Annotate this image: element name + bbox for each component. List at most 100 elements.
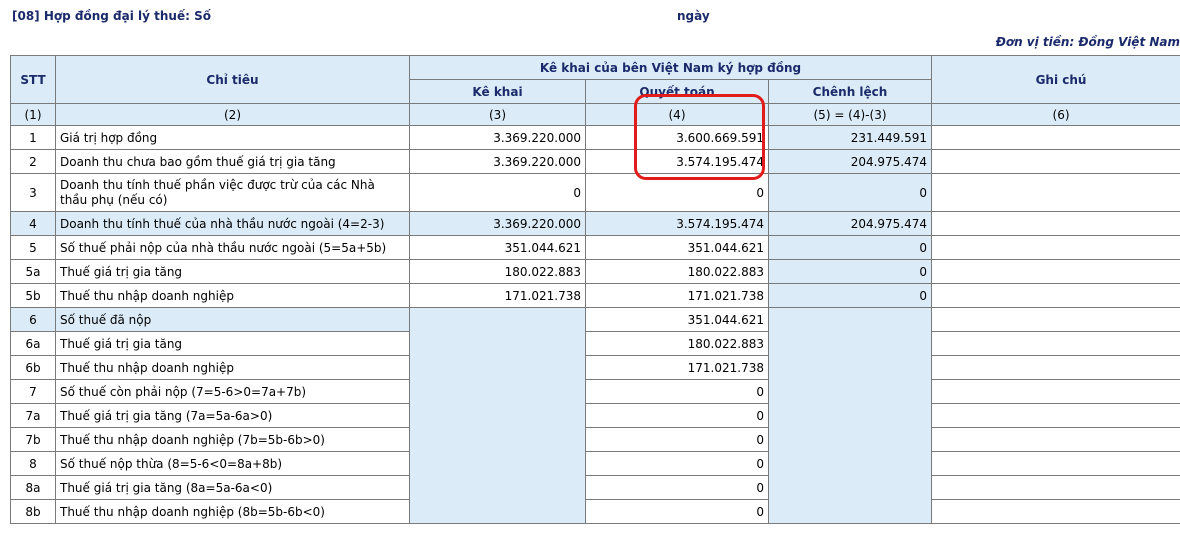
row-chenhlech-cell: 0 bbox=[767, 283, 933, 308]
col-header-ghichu: Ghi chú bbox=[931, 55, 1180, 104]
row-ghichu-cell bbox=[931, 149, 1180, 174]
index-row: (1) (2) (3) (4) (5) = (4)-(3) (6) bbox=[10, 103, 1180, 126]
row-quyettoan-cell: 0 bbox=[585, 379, 769, 404]
row-ghichu-cell bbox=[931, 283, 1180, 308]
row-stt-cell: 6a bbox=[10, 331, 56, 356]
row-ghichu-cell bbox=[931, 259, 1180, 284]
row-kekhai-cell: 3.369.220.000 bbox=[409, 211, 586, 236]
row-label-cell: Số thuế nộp thừa (8=5-6<0=8a+8b) bbox=[55, 451, 410, 476]
row-label-cell: Số thuế đã nộp bbox=[55, 307, 410, 332]
row-quyettoan-cell: 3.574.195.474 bbox=[585, 211, 769, 236]
row-ghichu-cell bbox=[931, 211, 1180, 236]
table-row: 8b Thuế thu nhập doanh nghiệp (8b=5b-6b<0… bbox=[10, 499, 1180, 524]
row-ghichu-cell bbox=[931, 235, 1180, 260]
row-stt-cell: 8a bbox=[10, 475, 56, 500]
row-kekhai-cell: 3.369.220.000 bbox=[409, 149, 586, 174]
row-label-cell: Số thuế còn phải nộp (7=5-6>0=7a+7b) bbox=[55, 379, 410, 404]
table-row: 1 Giá trị hợp đồng 3.369.220.000 3.600.669.… bbox=[10, 125, 1180, 150]
row-stt-cell: 8 bbox=[10, 451, 56, 476]
row-kekhai-cell: 351.044.621 bbox=[409, 235, 586, 260]
table-row: 4 Doanh thu tính thuế của nhà thầu nước n… bbox=[10, 211, 1180, 236]
row-ghichu-cell bbox=[931, 427, 1180, 452]
row-stt-cell: 4 bbox=[10, 211, 56, 236]
currency-unit-label: Đơn vị tiền: Đồng Việt Nam bbox=[995, 35, 1180, 49]
row-stt-cell: 5 bbox=[10, 235, 56, 260]
table-row: 5b Thuế thu nhập doanh nghiệp 171.021.738 1… bbox=[10, 283, 1180, 308]
row-quyettoan-cell: 3.600.669.591 bbox=[585, 125, 769, 150]
row-quyettoan-cell: 180.022.883 bbox=[585, 331, 769, 356]
row-chenhlech-cell: 204.975.474 bbox=[767, 149, 933, 174]
row-stt-cell: 7a bbox=[10, 403, 56, 428]
index-cell: (3) bbox=[409, 103, 586, 126]
row-kekhai-cell: 171.021.738 bbox=[409, 283, 586, 308]
tax-declaration-table: STT Chỉ tiêu Kê khai của bên Việt Nam ký… bbox=[10, 55, 1180, 524]
row-stt-cell: 5b bbox=[10, 283, 56, 308]
row-quyettoan-cell: 0 bbox=[585, 451, 769, 476]
row-label-cell: Doanh thu chưa bao gồm thuế giá trị gia … bbox=[55, 149, 410, 174]
table-row: 6a Thuế giá trị gia tăng 180.022.883 bbox=[10, 331, 1180, 356]
row-kekhai-cell: 180.022.883 bbox=[409, 259, 586, 284]
row-quyettoan-cell: 351.044.621 bbox=[585, 307, 769, 332]
row-chenhlech-cell: 0 bbox=[767, 259, 933, 284]
row-chenhlech-cell: 0 bbox=[767, 173, 933, 212]
row-chenhlech-cell: 231.449.591 bbox=[767, 125, 933, 150]
row-quyettoan-cell: 180.022.883 bbox=[585, 259, 769, 284]
table-row: 8a Thuế giá trị gia tăng (8a=5a-6a<0) 0 bbox=[10, 475, 1180, 500]
table-row: 3 Doanh thu tính thuế phần việc được trừ … bbox=[10, 173, 1180, 212]
row-stt-cell: 8b bbox=[10, 499, 56, 524]
col-header-stt: STT bbox=[10, 55, 56, 104]
contract-date-label: ngày bbox=[677, 9, 710, 23]
table-row: 6b Thuế thu nhập doanh nghiệp 171.021.738 bbox=[10, 355, 1180, 380]
row-stt-cell: 6b bbox=[10, 355, 56, 380]
row-ghichu-cell bbox=[931, 475, 1180, 500]
col-header-chitieu: Chỉ tiêu bbox=[55, 55, 410, 104]
table-row: 7a Thuế giá trị gia tăng (7a=5a-6a>0) 0 bbox=[10, 403, 1180, 428]
row-ghichu-cell bbox=[931, 173, 1180, 212]
row-kekhai-merged-cell bbox=[409, 307, 586, 524]
row-stt-cell: 7 bbox=[10, 379, 56, 404]
row-label-cell: Doanh thu tính thuế của nhà thầu nước ng… bbox=[55, 211, 410, 236]
row-quyettoan-cell: 171.021.738 bbox=[585, 283, 769, 308]
row-ghichu-cell bbox=[931, 307, 1180, 332]
row-quyettoan-cell: 0 bbox=[585, 427, 769, 452]
row-label-cell: Doanh thu tính thuế phần việc được trừ c… bbox=[55, 173, 410, 212]
row-quyettoan-cell: 3.574.195.474 bbox=[585, 149, 769, 174]
contract-number-label: [08] Hợp đồng đại lý thuế: Số bbox=[12, 9, 211, 23]
row-quyettoan-cell: 0 bbox=[585, 475, 769, 500]
index-cell: (4) bbox=[585, 103, 769, 126]
table-row: 5a Thuế giá trị gia tăng 180.022.883 180.02… bbox=[10, 259, 1180, 284]
index-cell: (5) = (4)-(3) bbox=[767, 103, 933, 126]
row-label-cell: Thuế thu nhập doanh nghiệp bbox=[55, 283, 410, 308]
table-row: 5 Số thuế phải nộp của nhà thầu nước ngoà… bbox=[10, 235, 1180, 260]
row-ghichu-cell bbox=[931, 331, 1180, 356]
table-row: 2 Doanh thu chưa bao gồm thuế giá trị gia… bbox=[10, 149, 1180, 174]
row-stt-cell: 2 bbox=[10, 149, 56, 174]
row-label-cell: Giá trị hợp đồng bbox=[55, 125, 410, 150]
col-header-quyettoan: Quyết toán bbox=[585, 79, 769, 104]
row-quyettoan-cell: 0 bbox=[585, 403, 769, 428]
row-label-cell: Thuế thu nhập doanh nghiệp (8b=5b-6b<0) bbox=[55, 499, 410, 524]
row-chenhlech-cell: 204.975.474 bbox=[767, 211, 933, 236]
col-header-group: Kê khai của bên Việt Nam ký hợp đồng bbox=[408, 55, 933, 80]
row-label-cell: Thuế giá trị gia tăng bbox=[55, 259, 410, 284]
row-ghichu-cell bbox=[931, 125, 1180, 150]
row-ghichu-cell bbox=[931, 355, 1180, 380]
table-row: 8 Số thuế nộp thừa (8=5-6<0=8a+8b) 0 bbox=[10, 451, 1180, 476]
row-stt-cell: 1 bbox=[10, 125, 56, 150]
row-stt-cell: 7b bbox=[10, 427, 56, 452]
row-stt-cell: 3 bbox=[10, 173, 56, 212]
row-label-cell: Thuế thu nhập doanh nghiệp bbox=[55, 355, 410, 380]
row-chenhlech-merged-cell bbox=[767, 307, 933, 524]
col-header-kekhai: Kê khai bbox=[409, 79, 586, 104]
row-stt-cell: 6 bbox=[10, 307, 56, 332]
row-quyettoan-cell: 171.021.738 bbox=[585, 355, 769, 380]
row-chenhlech-cell: 0 bbox=[767, 235, 933, 260]
row-quyettoan-cell: 0 bbox=[585, 499, 769, 524]
index-cell: (1) bbox=[10, 103, 56, 126]
row-ghichu-cell bbox=[931, 499, 1180, 524]
header-row-group: STT Chỉ tiêu Kê khai của bên Việt Nam ký… bbox=[10, 55, 1180, 104]
col-header-chenhlech: Chênh lệch bbox=[767, 79, 933, 104]
row-kekhai-cell: 3.369.220.000 bbox=[409, 125, 586, 150]
row-stt-cell: 5a bbox=[10, 259, 56, 284]
row-label-cell: Thuế giá trị gia tăng (7a=5a-6a>0) bbox=[55, 403, 410, 428]
